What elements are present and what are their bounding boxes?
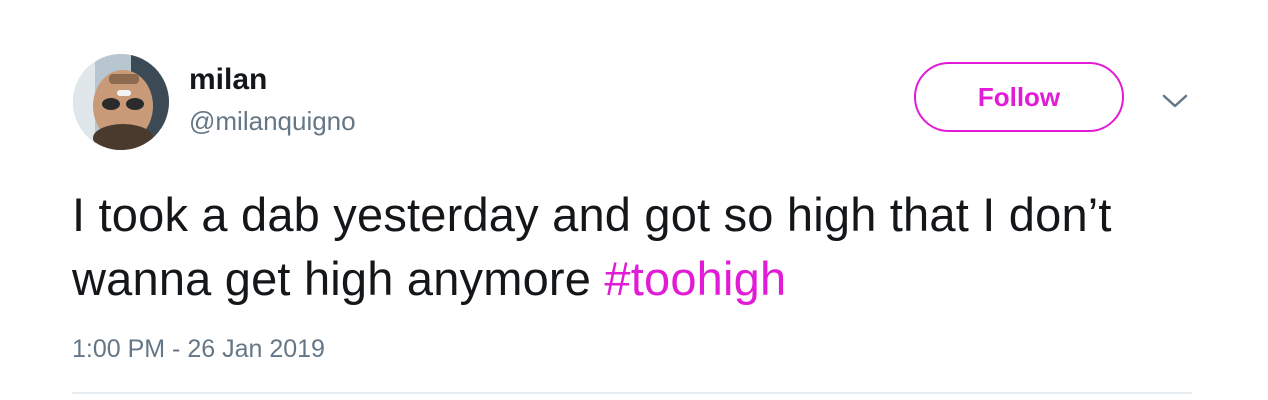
user-handle[interactable]: @milanquigno bbox=[189, 106, 356, 136]
hashtag-link[interactable]: #toohigh bbox=[604, 252, 786, 305]
avatar-image bbox=[73, 54, 169, 150]
follow-button[interactable]: Follow bbox=[914, 62, 1124, 132]
divider bbox=[72, 392, 1192, 394]
tweet-text: I took a dab yesterday and got so high t… bbox=[72, 183, 1202, 311]
chevron-down-icon[interactable] bbox=[1160, 89, 1190, 113]
avatar[interactable] bbox=[73, 54, 169, 150]
display-name[interactable]: milan bbox=[189, 62, 356, 98]
tweet-card: milan @milanquigno Follow I took a dab y… bbox=[0, 0, 1268, 400]
tweet-body: I took a dab yesterday and got so high t… bbox=[72, 188, 1112, 305]
user-info: milan @milanquigno bbox=[189, 62, 356, 136]
tweet-timestamp[interactable]: 1:00 PM - 26 Jan 2019 bbox=[72, 333, 325, 365]
